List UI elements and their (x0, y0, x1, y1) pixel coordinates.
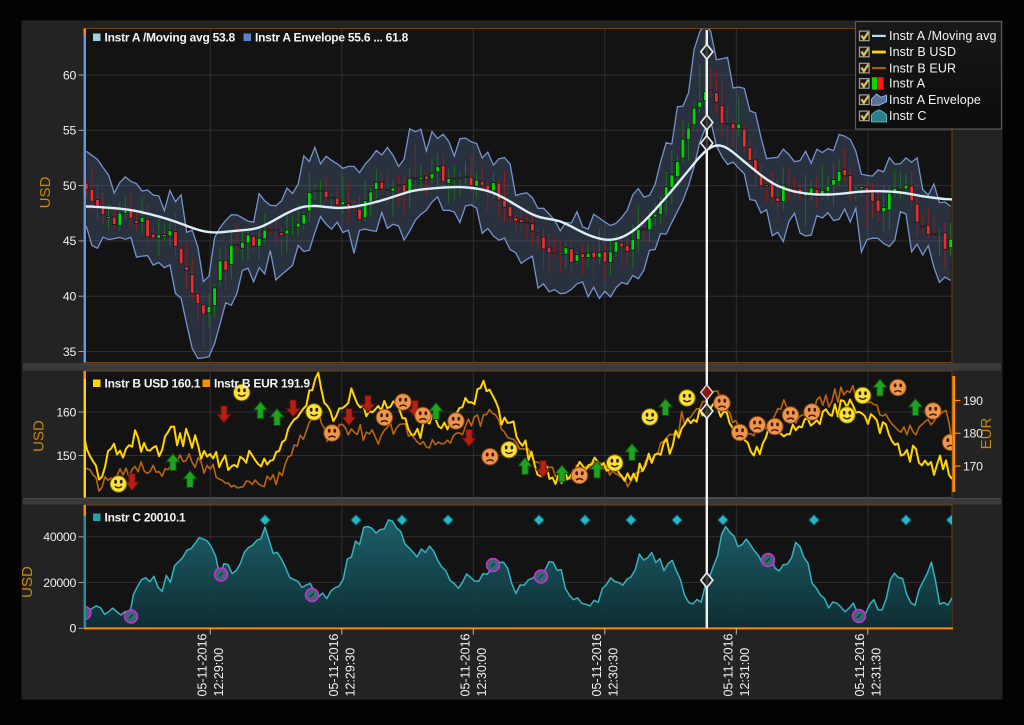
svg-text:Instr A /Moving avg 53.8: Instr A /Moving avg 53.8 (105, 31, 236, 45)
svg-text:40000: 40000 (43, 530, 76, 544)
svg-text:170: 170 (963, 459, 983, 473)
svg-text:05-11-2016: 05-11-2016 (327, 633, 341, 696)
svg-text:Instr A Envelope 55.6 ... 61.8: Instr A Envelope 55.6 ... 61.8 (255, 31, 409, 45)
svg-text:EUR: EUR (978, 417, 995, 449)
svg-text:12:31:00: 12:31:00 (738, 648, 752, 697)
svg-text:12:31:30: 12:31:30 (869, 648, 883, 697)
svg-text:150: 150 (56, 449, 76, 463)
svg-text:05-11-2016: 05-11-2016 (853, 633, 867, 696)
svg-text:05-11-2016: 05-11-2016 (590, 633, 604, 696)
svg-text:50: 50 (63, 179, 77, 193)
svg-text:40: 40 (63, 290, 77, 304)
svg-text:05-11-2016: 05-11-2016 (459, 633, 473, 696)
svg-text:USD: USD (19, 566, 36, 598)
svg-text:Instr C: Instr C (889, 109, 927, 123)
svg-text:USD: USD (37, 176, 54, 208)
svg-text:05-11-2016: 05-11-2016 (196, 633, 210, 696)
svg-text:12:30:30: 12:30:30 (606, 648, 620, 697)
svg-text:Instr B EUR 191.9: Instr B EUR 191.9 (214, 377, 310, 391)
svg-text:45: 45 (63, 234, 77, 248)
svg-text:190: 190 (963, 394, 983, 408)
svg-text:Instr B USD 160.1: Instr B USD 160.1 (105, 377, 201, 391)
svg-text:12:30:00: 12:30:00 (475, 648, 489, 697)
svg-text:Instr A Envelope: Instr A Envelope (889, 93, 981, 107)
svg-text:20000: 20000 (43, 576, 76, 590)
svg-text:55: 55 (63, 124, 77, 138)
svg-text:35: 35 (63, 345, 77, 359)
svg-text:160: 160 (56, 405, 76, 419)
svg-text:60: 60 (63, 68, 77, 82)
svg-text:12:29:30: 12:29:30 (343, 648, 357, 697)
svg-text:Instr B USD: Instr B USD (889, 45, 956, 59)
svg-text:Instr A: Instr A (889, 77, 926, 91)
svg-text:0: 0 (69, 622, 76, 636)
svg-text:USD: USD (30, 420, 47, 452)
svg-text:Instr A /Moving avg: Instr A /Moving avg (889, 29, 997, 43)
svg-text:12:29:00: 12:29:00 (212, 648, 226, 697)
svg-text:05-11-2016: 05-11-2016 (722, 633, 736, 696)
svg-text:Instr B EUR: Instr B EUR (889, 61, 956, 75)
svg-text:Instr C 20010.1: Instr C 20010.1 (105, 511, 187, 525)
